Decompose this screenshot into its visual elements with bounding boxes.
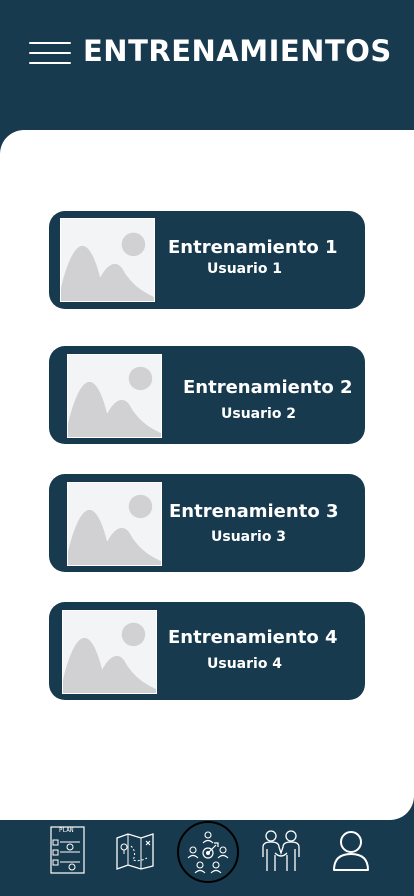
menu-icon[interactable]: [29, 40, 71, 68]
training-title: Entrenamiento 2: [183, 377, 353, 398]
team-icon[interactable]: [259, 829, 303, 873]
map-icon[interactable]: [115, 832, 155, 870]
strategy-target-icon: [187, 831, 229, 874]
training-title: Entrenamiento 3: [169, 501, 339, 522]
profile-icon[interactable]: [332, 830, 370, 872]
training-user: Usuario 2: [221, 406, 297, 422]
plan-label: PLAN: [59, 827, 74, 834]
image-placeholder-icon: [67, 354, 162, 438]
training-user: Usuario 1: [207, 261, 283, 277]
strategy-target-button[interactable]: [177, 821, 239, 883]
training-card[interactable]: Entrenamiento 2 Usuario 2: [49, 346, 365, 444]
training-user: Usuario 3: [211, 529, 287, 545]
image-placeholder-icon: [67, 482, 162, 566]
training-title: Entrenamiento 1: [168, 237, 338, 258]
plan-icon[interactable]: PLAN: [50, 826, 85, 874]
training-card[interactable]: Entrenamiento 1 Usuario 1: [49, 211, 365, 309]
training-title: Entrenamiento 4: [168, 627, 338, 648]
training-user: Usuario 4: [207, 656, 283, 672]
app-header: ENTRENAMIENTOS: [0, 0, 414, 135]
image-placeholder-icon: [62, 610, 157, 694]
page-title: ENTRENAMIENTOS: [83, 34, 392, 68]
content-area: Entrenamiento 1 Usuario 1 Entrenamiento …: [0, 130, 414, 820]
training-card[interactable]: Entrenamiento 3 Usuario 3: [49, 474, 365, 572]
training-card[interactable]: Entrenamiento 4 Usuario 4: [49, 602, 365, 700]
image-placeholder-icon: [60, 218, 155, 302]
